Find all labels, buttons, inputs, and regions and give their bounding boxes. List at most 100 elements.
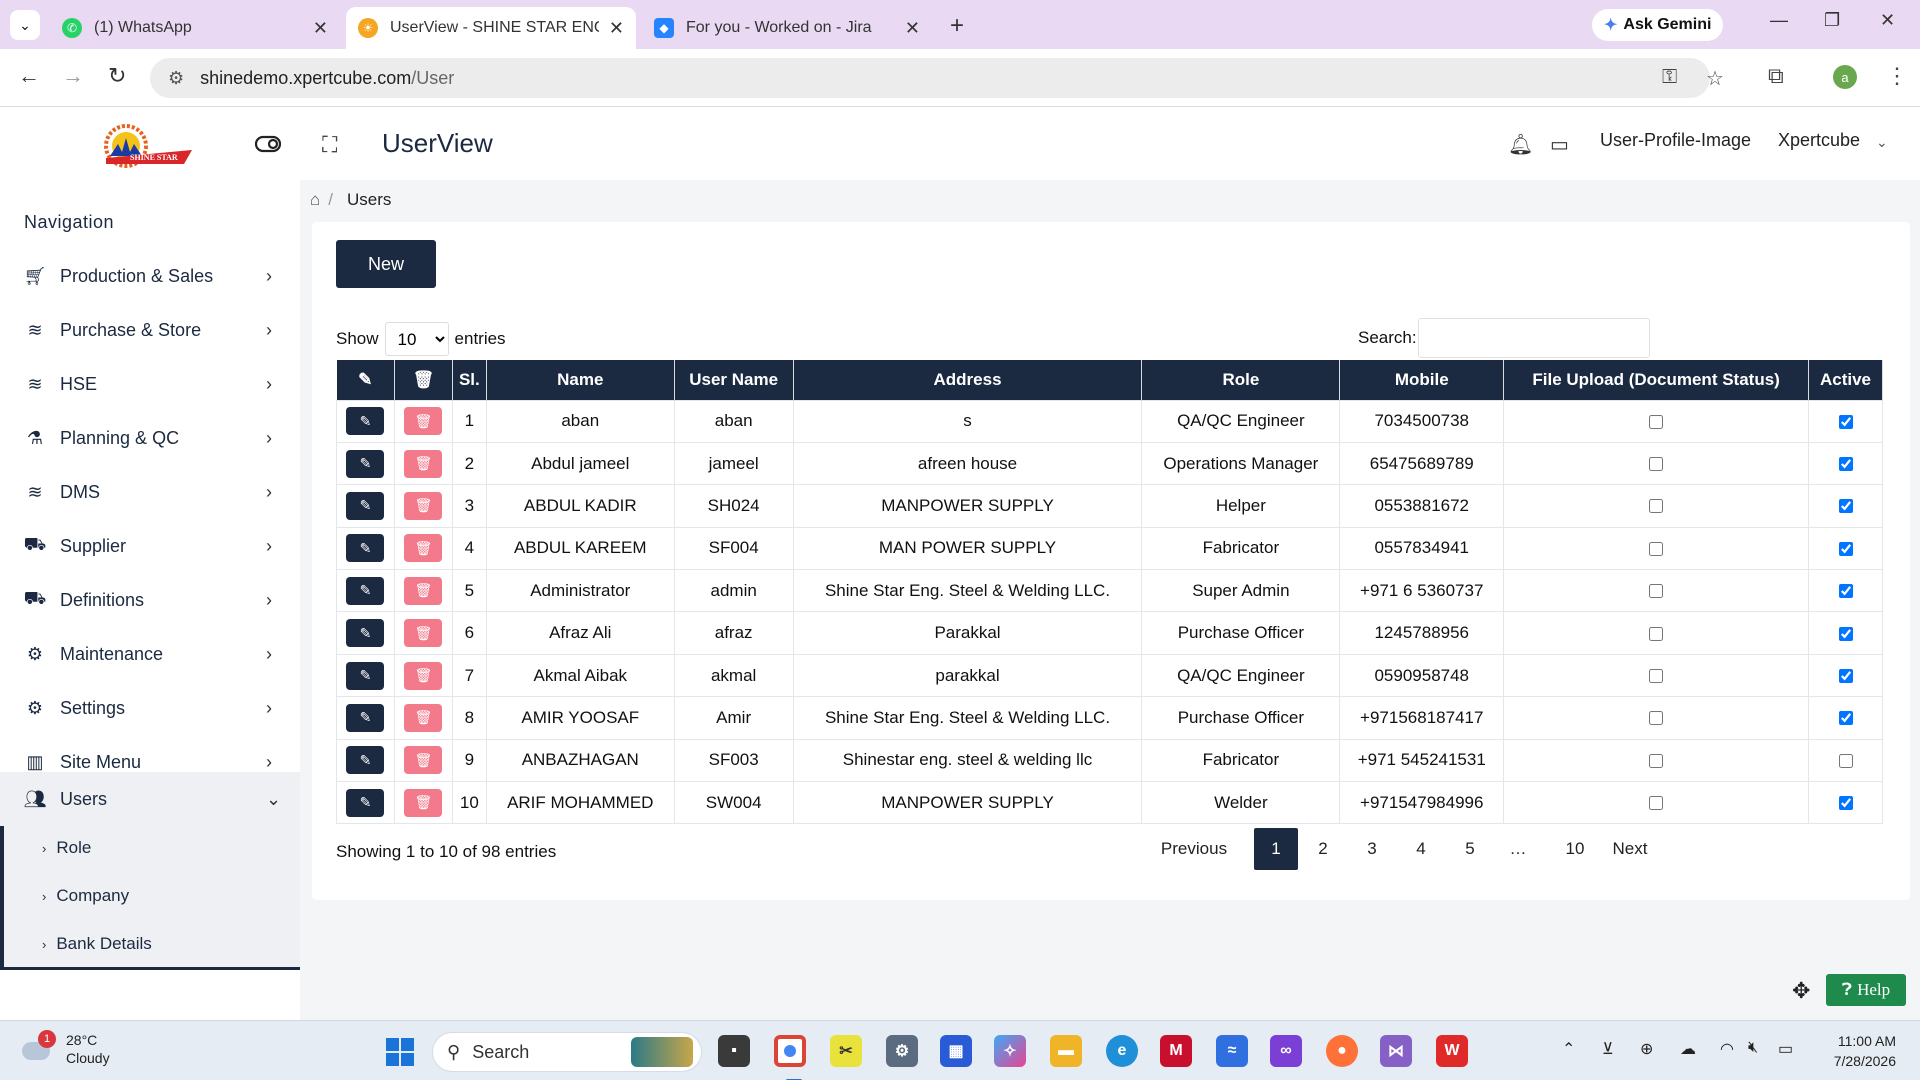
column-header-role[interactable]: Role: [1141, 360, 1341, 400]
forward-icon[interactable]: →: [62, 63, 84, 89]
notification-bell-icon[interactable]: 🔔︎: [1508, 132, 1533, 157]
page-button-2[interactable]: 2: [1298, 828, 1348, 870]
column-header-username[interactable]: User Name: [674, 360, 794, 400]
tray-app-icon[interactable]: ⊻: [1602, 1039, 1614, 1059]
chrome-icon[interactable]: [774, 1035, 806, 1080]
speaker-muted-icon[interactable]: 🔇︎: [1748, 1039, 1758, 1057]
wps-office-icon[interactable]: W: [1436, 1035, 1468, 1067]
snipping-tool-icon[interactable]: ✂: [830, 1035, 862, 1067]
fullscreen-icon[interactable]: ⛶: [322, 132, 337, 158]
delete-button[interactable]: 🗑︎: [404, 746, 443, 775]
edge-icon[interactable]: e: [1106, 1035, 1138, 1067]
file-upload-checkbox[interactable]: [1649, 753, 1664, 768]
tab-search-button[interactable]: ⌄: [10, 10, 40, 40]
tab-userview[interactable]: ☀ UserView - SHINE STAR ENG ST ✕: [346, 7, 636, 49]
active-checkbox[interactable]: [1838, 796, 1853, 811]
file-upload-checkbox[interactable]: [1649, 796, 1664, 811]
battery-icon[interactable]: ▭: [1778, 1039, 1793, 1059]
delete-button[interactable]: 🗑︎: [404, 619, 443, 648]
sidebar-item-production-sales[interactable]: 🛒︎ Production & Sales ›: [0, 249, 300, 303]
page-button-10[interactable]: 10: [1542, 828, 1608, 870]
column-header-file-upload[interactable]: File Upload (Document Status): [1503, 360, 1810, 400]
sidebar-item-maintenance[interactable]: ⚙ Maintenance ›: [0, 627, 300, 681]
sidebar-subitem-company[interactable]: › Company: [42, 886, 129, 906]
edit-button[interactable]: ✎: [346, 407, 385, 436]
column-header-active[interactable]: Active: [1808, 360, 1883, 400]
file-upload-checkbox[interactable]: [1649, 414, 1664, 429]
windows-start-icon[interactable]: [386, 1038, 414, 1066]
column-header-name[interactable]: Name: [486, 360, 675, 400]
delete-button[interactable]: 🗑︎: [404, 534, 443, 563]
bookmark-star-icon[interactable]: ☆: [1706, 66, 1724, 91]
edit-button[interactable]: ✎: [346, 534, 385, 563]
active-checkbox[interactable]: [1838, 753, 1853, 768]
sidebar-item-dms[interactable]: ≋ DMS ›: [0, 465, 300, 519]
sidebar-item-supplier[interactable]: ⛟ Supplier ›: [0, 519, 300, 573]
delete-button[interactable]: 🗑︎: [404, 491, 443, 520]
active-checkbox[interactable]: [1838, 499, 1853, 514]
home-icon[interactable]: ⌂: [310, 190, 320, 210]
active-checkbox[interactable]: [1838, 626, 1853, 641]
task-view-icon[interactable]: ▪: [718, 1035, 750, 1067]
active-checkbox[interactable]: [1838, 541, 1853, 556]
file-upload-checkbox[interactable]: [1649, 499, 1664, 514]
sidebar-item-hse[interactable]: ≋ HSE ›: [0, 357, 300, 411]
minimize-icon[interactable]: —: [1770, 10, 1788, 31]
address-bar[interactable]: ⚙ shinedemo.xpertcube.com/User ⚿ ☆: [150, 58, 1724, 98]
user-name[interactable]: Xpertcube: [1778, 130, 1860, 151]
edit-button[interactable]: ✎: [346, 619, 385, 648]
close-tab-icon[interactable]: ✕: [313, 18, 328, 39]
taskbar-search[interactable]: ⚲ Search: [432, 1032, 702, 1072]
edit-button[interactable]: ✎: [346, 703, 385, 732]
file-upload-checkbox[interactable]: [1649, 626, 1664, 641]
close-tab-icon[interactable]: ✕: [609, 18, 624, 39]
site-info-icon[interactable]: ⚙: [168, 68, 184, 89]
close-window-icon[interactable]: ✕: [1880, 10, 1895, 31]
edit-button[interactable]: ✎: [346, 746, 385, 775]
active-checkbox[interactable]: [1838, 711, 1853, 726]
back-icon[interactable]: ←: [18, 63, 40, 89]
tray-onedrive-icon[interactable]: ☁: [1680, 1039, 1696, 1059]
extensions-icon[interactable]: ⧉: [1768, 63, 1784, 89]
previous-page-button[interactable]: Previous: [1154, 828, 1234, 870]
new-tab-button[interactable]: +: [950, 12, 964, 40]
column-header-address[interactable]: Address: [793, 360, 1143, 400]
sidebar-item-purchase-store[interactable]: ≋ Purchase & Store ›: [0, 303, 300, 357]
sidebar-item-settings[interactable]: ⚙ Settings ›: [0, 681, 300, 735]
edit-button[interactable]: ✎: [346, 491, 385, 520]
next-page-button[interactable]: Next: [1608, 828, 1652, 870]
active-checkbox[interactable]: [1838, 414, 1853, 429]
page-button-3[interactable]: 3: [1348, 828, 1396, 870]
delete-button[interactable]: 🗑︎: [404, 576, 443, 605]
tab-whatsapp[interactable]: ✆ (1) WhatsApp ✕: [50, 7, 340, 49]
file-upload-checkbox[interactable]: [1649, 584, 1664, 599]
reload-icon[interactable]: ↻: [108, 63, 126, 89]
search-input[interactable]: [1418, 318, 1650, 358]
column-header-mobile[interactable]: Mobile: [1339, 360, 1505, 400]
file-upload-checkbox[interactable]: [1649, 669, 1664, 684]
sidebar-item-definitions[interactable]: ⛟ Definitions ›: [0, 573, 300, 627]
page-button-4[interactable]: 4: [1396, 828, 1446, 870]
delete-button[interactable]: 🗑︎: [404, 407, 443, 436]
file-upload-checkbox[interactable]: [1649, 711, 1664, 726]
weather-widget[interactable]: 1 28°C Cloudy: [22, 1030, 110, 1067]
settings-icon[interactable]: ⚙: [886, 1035, 918, 1067]
help-button[interactable]: ❓︎ Help: [1826, 974, 1906, 1006]
visual-studio-icon[interactable]: ∞: [1270, 1035, 1302, 1067]
new-user-button[interactable]: New: [336, 240, 436, 288]
restore-icon[interactable]: ❐: [1824, 10, 1840, 31]
firefox-icon[interactable]: ●: [1326, 1035, 1358, 1067]
system-clock[interactable]: 11:00 AM 7/28/2026: [1816, 1031, 1896, 1071]
sidebar-subitem-bank-details[interactable]: › Bank Details: [42, 934, 152, 954]
edit-button[interactable]: ✎: [346, 661, 385, 690]
close-tab-icon[interactable]: ✕: [905, 18, 920, 39]
chevron-down-icon[interactable]: ⌄: [1876, 134, 1888, 151]
active-checkbox[interactable]: [1838, 457, 1853, 472]
column-header-sl[interactable]: Sl.: [452, 360, 487, 400]
file-explorer-icon[interactable]: ▬: [1050, 1035, 1082, 1067]
mcafee-icon[interactable]: M: [1160, 1035, 1192, 1067]
visual-studio-2-icon[interactable]: ⋈: [1380, 1035, 1412, 1067]
tray-chevron-up-icon[interactable]: ⌃: [1562, 1039, 1575, 1059]
ask-gemini-button[interactable]: ✦ Ask Gemini: [1592, 9, 1724, 41]
tray-vpn-icon[interactable]: ⊕: [1640, 1039, 1653, 1059]
